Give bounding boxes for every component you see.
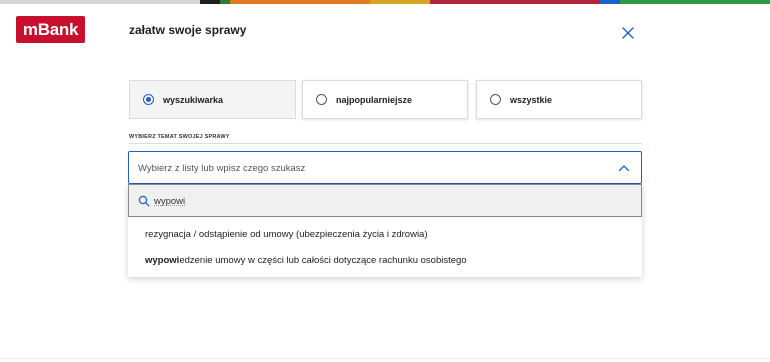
option-text: edzenie umowy w części lub całości dotyc… bbox=[179, 255, 467, 266]
chevron-up-icon[interactable] bbox=[618, 163, 630, 173]
page-title: załatw swoje sprawy bbox=[129, 23, 247, 37]
section-divider bbox=[129, 143, 642, 144]
mbank-logo[interactable]: mBank bbox=[16, 16, 85, 43]
tab-najpopularniejsze[interactable]: najpopularniejsze bbox=[302, 80, 468, 119]
radio-selected-icon bbox=[143, 94, 154, 105]
dropdown-search-box bbox=[128, 184, 642, 217]
brand-color-stripe bbox=[0, 0, 770, 4]
stripe-segment bbox=[220, 0, 230, 4]
stripe-segment bbox=[200, 0, 220, 4]
tab-label: najpopularniejsze bbox=[336, 94, 413, 105]
dropdown-option[interactable]: rezygnacja / odstąpienie od umowy (ubezp… bbox=[145, 229, 428, 240]
dropdown-search-input[interactable] bbox=[154, 193, 614, 209]
stripe-segment bbox=[600, 0, 620, 4]
stripe-segment bbox=[230, 0, 370, 4]
close-icon[interactable] bbox=[619, 24, 637, 42]
topic-select[interactable]: Wybierz z listy lub wpisz czego szukasz bbox=[128, 151, 642, 184]
stripe-segment bbox=[0, 0, 200, 4]
page-bottom-divider bbox=[0, 358, 770, 359]
tab-label: wyszukiwarka bbox=[163, 94, 224, 105]
radio-empty-icon bbox=[490, 94, 501, 105]
tab-wyszukiwarka[interactable]: wyszukiwarka bbox=[129, 80, 296, 119]
tab-label: wszystkie bbox=[510, 94, 553, 105]
option-match-highlight: wypowi bbox=[145, 255, 180, 266]
search-icon bbox=[138, 195, 150, 207]
stripe-segment bbox=[370, 0, 430, 4]
stripe-segment bbox=[430, 0, 600, 4]
tab-wszystkie[interactable]: wszystkie bbox=[476, 80, 642, 119]
topic-section-label: WYBIERZ TEMAT SWOJEJ SPRAWY bbox=[129, 134, 230, 140]
topic-dropdown: rezygnacja / odstąpienie od umowy (ubezp… bbox=[128, 184, 642, 277]
search-mode-tabs: wyszukiwarka najpopularniejsze wszystkie bbox=[129, 80, 642, 119]
dropdown-option[interactable]: wypowiedzenie umowy w części lub całości… bbox=[145, 255, 467, 266]
radio-empty-icon bbox=[316, 94, 327, 105]
topic-select-placeholder: Wybierz z listy lub wpisz czego szukasz bbox=[138, 163, 306, 174]
stripe-segment bbox=[620, 0, 770, 4]
